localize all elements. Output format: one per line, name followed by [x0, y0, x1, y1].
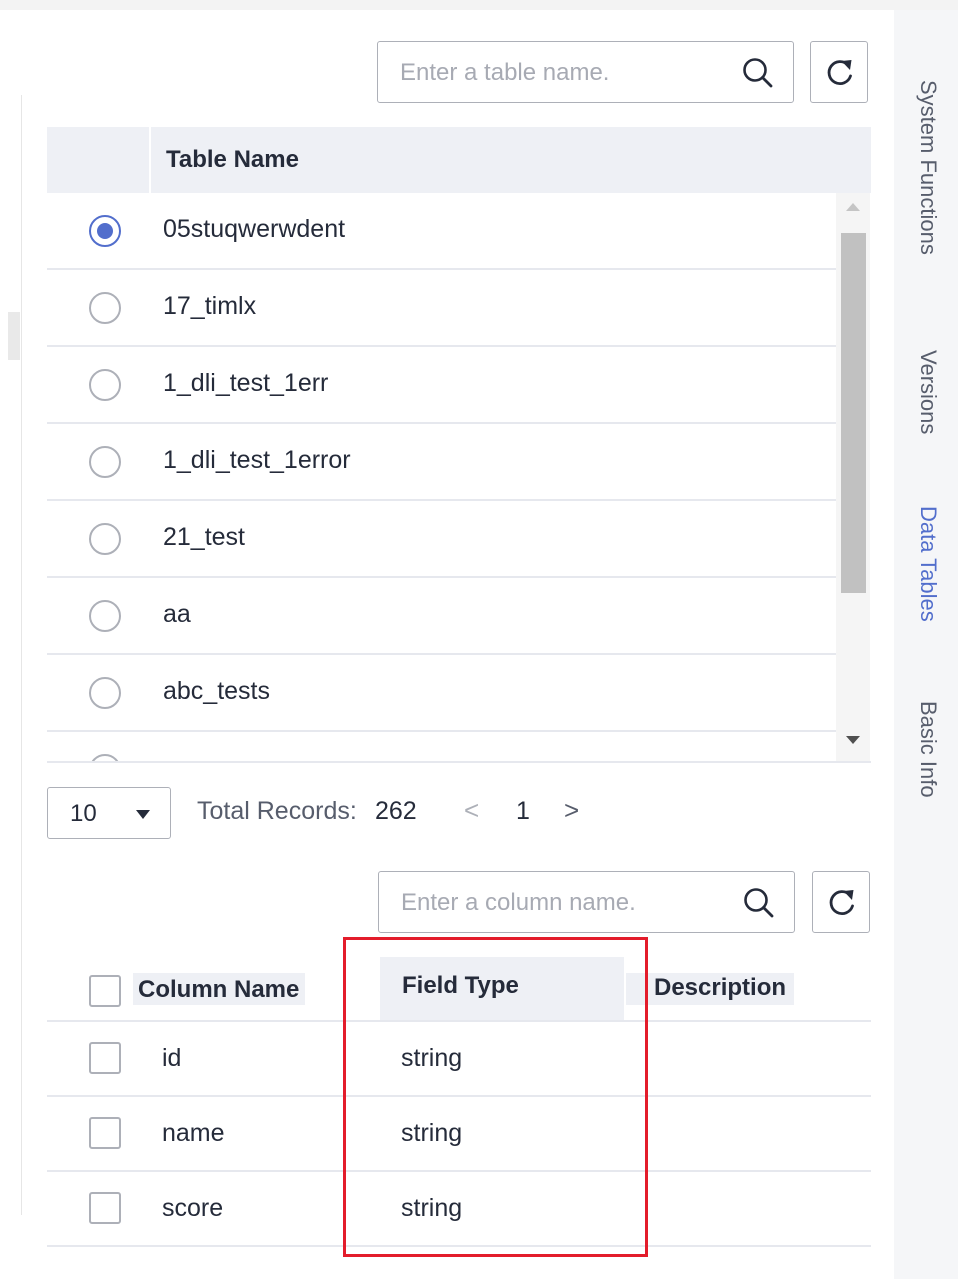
table-name: aa — [163, 600, 191, 628]
tab-basic-info[interactable]: Basic Info — [915, 701, 941, 798]
search-icon[interactable] — [742, 886, 776, 920]
prev-page-button[interactable]: < — [464, 795, 479, 826]
table-search-input[interactable] — [398, 42, 702, 104]
table-row[interactable]: abc_tests — [47, 655, 836, 732]
caret-down-icon — [136, 810, 150, 819]
description-header: Description — [626, 973, 795, 1005]
table-list-header: Table Name — [47, 127, 871, 193]
table-radio[interactable] — [89, 677, 121, 709]
table-row[interactable]: 1_dli_test_1error — [47, 424, 836, 501]
search-icon[interactable] — [741, 56, 775, 90]
row-checkbox[interactable] — [89, 1192, 121, 1224]
table-radio[interactable] — [89, 600, 121, 632]
row-checkbox[interactable] — [89, 1042, 121, 1074]
collapse-handle[interactable] — [8, 312, 20, 360]
table-list-bottom-border — [47, 761, 871, 763]
row-checkbox[interactable] — [89, 1117, 121, 1149]
table-row-partial[interactable] — [47, 732, 836, 763]
table-name: 05stuqwerwdent — [163, 215, 346, 243]
table-radio[interactable] — [89, 369, 121, 401]
table-radio[interactable] — [89, 523, 121, 555]
page-size-value: 10 — [70, 800, 97, 827]
table-refresh-button[interactable] — [810, 41, 868, 103]
total-records-value: 262 — [375, 797, 417, 825]
current-page[interactable]: 1 — [516, 797, 530, 826]
table-name: 1_dli_test_1error — [163, 446, 351, 474]
table-name: 1_dli_test_1err — [163, 369, 329, 397]
table-list-scrollbar[interactable] — [836, 193, 870, 763]
table-list-body: 05stuqwerwdent 17_timlx 1_dli_test_1err … — [47, 193, 836, 763]
table-search-box[interactable] — [377, 41, 794, 104]
table-name: 17_timlx — [163, 292, 257, 320]
top-border — [0, 0, 958, 10]
field-type-highlight — [343, 937, 648, 1257]
column-name-header: Column Name — [133, 973, 306, 1005]
column-name: id — [162, 1044, 182, 1072]
refresh-icon — [829, 890, 854, 915]
table-row[interactable]: 1_dli_test_1err — [47, 347, 836, 424]
table-row[interactable]: 17_timlx — [47, 270, 836, 347]
refresh-icon — [827, 60, 852, 85]
table-name: 21_test — [163, 523, 246, 551]
table-name: abc_tests — [163, 677, 271, 705]
table-radio[interactable] — [89, 215, 121, 247]
tab-data-tables[interactable]: Data Tables — [915, 506, 941, 622]
column-name: score — [162, 1194, 224, 1222]
table-row[interactable]: 05stuqwerwdent — [47, 193, 836, 270]
table-name-header: Table Name — [166, 146, 299, 173]
column-refresh-button[interactable] — [812, 871, 870, 933]
tab-versions[interactable]: Versions — [915, 350, 941, 434]
panel-divider — [21, 95, 22, 1215]
table-row[interactable]: aa — [47, 578, 836, 655]
scroll-up-arrow-icon[interactable] — [846, 203, 860, 211]
header-divider — [149, 127, 151, 193]
column-search-input[interactable] — [399, 872, 703, 934]
page-size-select[interactable]: 10 — [47, 787, 171, 839]
next-page-button[interactable]: > — [564, 795, 579, 826]
table-radio[interactable] — [89, 446, 121, 478]
column-search-box[interactable] — [378, 871, 795, 934]
table-radio[interactable] — [89, 292, 121, 324]
table-row[interactable]: 21_test — [47, 501, 836, 578]
scroll-down-arrow-icon[interactable] — [846, 736, 860, 744]
column-name: name — [162, 1119, 225, 1147]
scroll-thumb[interactable] — [841, 233, 866, 593]
tab-system-functions[interactable]: System Functions — [915, 80, 941, 255]
select-all-checkbox[interactable] — [89, 975, 121, 1007]
total-records-label: Total Records: — [197, 797, 357, 825]
